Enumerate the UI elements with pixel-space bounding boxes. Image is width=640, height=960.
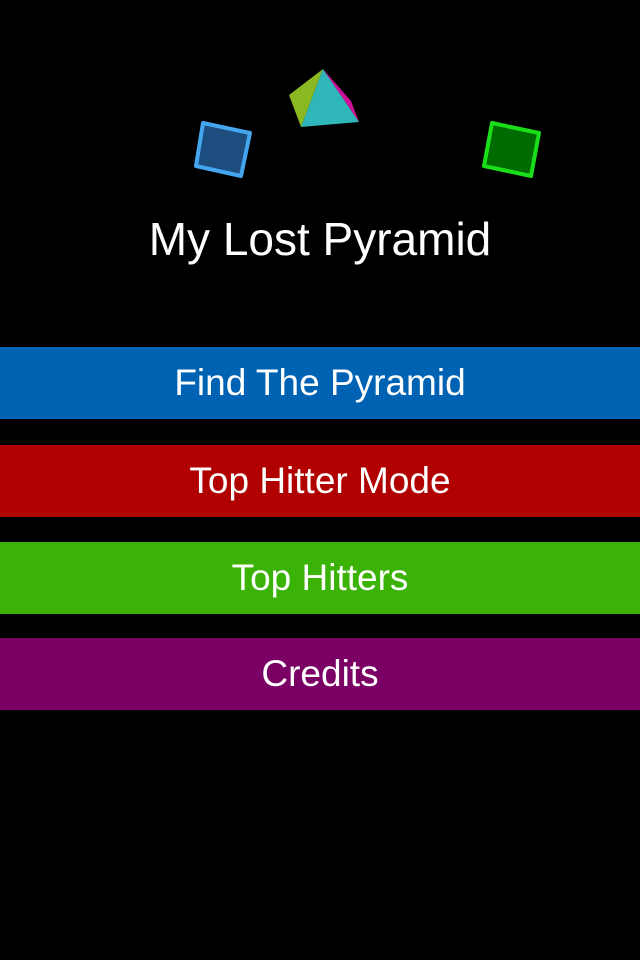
find-the-pyramid-button[interactable]: Find The Pyramid — [0, 347, 640, 419]
page-title: My Lost Pyramid — [148, 213, 492, 265]
top-hitters-button[interactable]: Top Hitters — [0, 542, 640, 614]
green-cube-icon — [482, 121, 541, 178]
top-hitter-mode-button[interactable]: Top Hitter Mode — [0, 445, 640, 517]
pyramid-icon — [289, 69, 359, 127]
blue-cube-icon — [194, 121, 252, 178]
credits-button[interactable]: Credits — [0, 638, 640, 710]
